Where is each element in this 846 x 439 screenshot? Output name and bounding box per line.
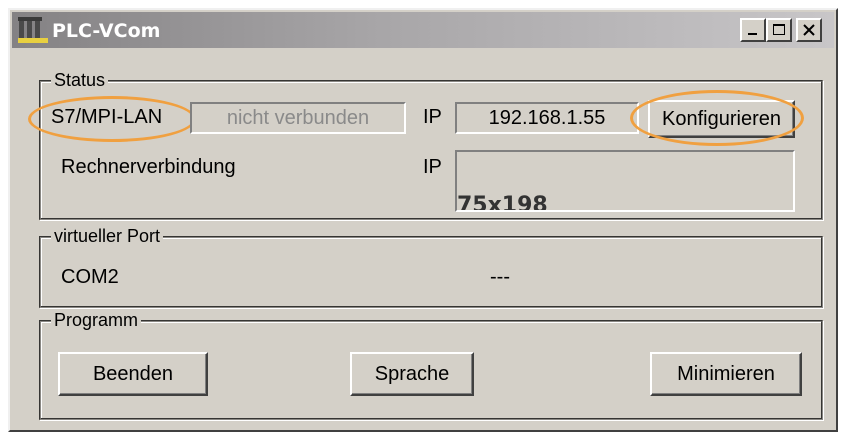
computer-ip-label: IP [423, 156, 442, 178]
maximize-icon [773, 24, 785, 35]
virtual-port-group-label: virtueller Port [51, 226, 164, 247]
computer-ip-overlay: 75x198 [457, 193, 548, 212]
status-group-label: Status [51, 70, 109, 91]
close-icon [803, 24, 815, 36]
minimize-app-button[interactable]: Minimieren [650, 352, 802, 396]
plc-ip-value: 192.168.1.55 [488, 106, 606, 129]
interface-label: S7/MPI-LAN [51, 106, 163, 128]
title-bar[interactable]: PLC-VCom [12, 12, 834, 48]
minimize-app-button-label: Minimieren [677, 362, 775, 385]
quit-button[interactable]: Beenden [58, 352, 208, 396]
maximize-window-button[interactable] [766, 18, 792, 42]
port-state: --- [490, 266, 510, 288]
port-name: COM2 [61, 266, 119, 288]
configure-button[interactable]: Konfigurieren [648, 100, 795, 138]
program-group-label: Programm [51, 310, 142, 331]
app-icon [18, 17, 48, 43]
quit-button-label: Beenden [92, 362, 174, 385]
virtual-port-group: virtueller Port [39, 226, 823, 308]
language-button-label: Sprache [374, 362, 450, 385]
ip-label: IP [423, 106, 442, 128]
minimize-window-button[interactable] [740, 18, 766, 42]
app-window: PLC-VCom Status S7/MPI-LAN nicht verbund… [8, 8, 838, 432]
window-title: PLC-VCom [52, 20, 161, 42]
close-window-button[interactable] [796, 18, 822, 42]
language-button[interactable]: Sprache [350, 352, 474, 396]
connection-state-field: nicht verbunden [190, 102, 406, 134]
computer-ip-field[interactable]: 75x198 [455, 150, 795, 212]
plc-ip-field[interactable]: 192.168.1.55 [455, 102, 639, 134]
connection-state-text: nicht verbunden [226, 106, 370, 129]
computer-connection-label: Rechnerverbindung [61, 156, 236, 178]
minimize-icon [748, 33, 757, 35]
configure-button-label: Konfigurieren [662, 107, 781, 130]
